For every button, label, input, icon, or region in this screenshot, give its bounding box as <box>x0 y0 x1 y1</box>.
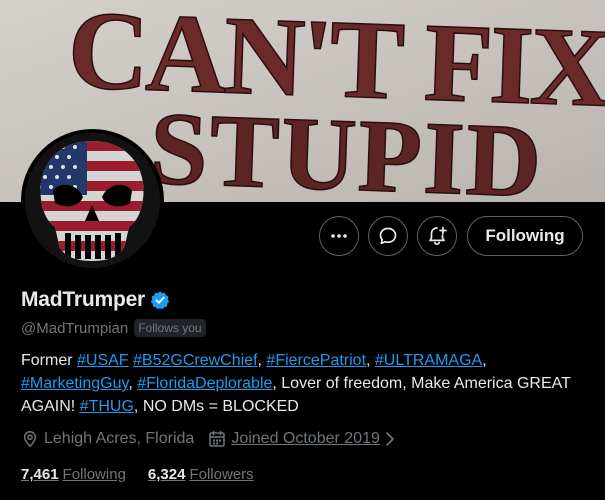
display-name: MadTrumper <box>21 288 146 311</box>
profile-bio: Former #USAF #B52GCrewChief, #FiercePatr… <box>21 349 581 418</box>
notifications-button[interactable] <box>417 216 457 256</box>
following-label: Following <box>62 466 126 483</box>
notification-bell-icon <box>429 226 447 246</box>
following-button[interactable]: Following <box>467 216 583 256</box>
follow-stats: 7,461 Following 6,324 Followers <box>21 466 254 483</box>
followers-count: 6,324 <box>147 466 186 483</box>
banner-sign-line2: STUPID <box>148 91 545 202</box>
hashtag-link[interactable]: #USAF <box>77 352 129 369</box>
profile-actions: Following <box>0 216 605 256</box>
name-row: MadTrumper <box>21 288 170 312</box>
following-count: 7,461 <box>21 466 59 483</box>
joined-date-text[interactable]: Joined October 2019 <box>231 430 380 448</box>
bio-text: , <box>366 352 375 369</box>
hashtag-link[interactable]: #THUG <box>80 398 134 415</box>
joined-date-item[interactable]: Joined October 2019 <box>208 430 401 448</box>
location-item: Lehigh Acres, Florida <box>21 430 194 448</box>
message-icon <box>379 227 397 245</box>
hashtag-link[interactable]: #ULTRAMAGA <box>375 352 482 369</box>
following-count-link[interactable]: 7,461 Following <box>21 466 126 483</box>
handle-row: @MadTrumpian Follows you <box>21 319 206 337</box>
hashtag-link[interactable]: #FloridaDeplorable <box>137 375 272 392</box>
bio-text: , <box>128 375 138 392</box>
follows-you-badge: Follows you <box>134 319 206 337</box>
user-handle: @MadTrumpian <box>21 319 129 337</box>
more-button[interactable] <box>319 216 359 256</box>
bio-text: , <box>482 352 487 369</box>
location-text: Lehigh Acres, Florida <box>44 430 195 447</box>
hashtag-link[interactable]: #FiercePatriot <box>266 352 366 369</box>
chevron-right-icon[interactable] <box>384 431 396 447</box>
hashtag-link[interactable]: #MarketingGuy <box>21 375 128 392</box>
message-button[interactable] <box>368 216 408 256</box>
followers-count-link[interactable]: 6,324 Followers <box>148 466 254 483</box>
bio-text: , NO DMs = BLOCKED <box>133 398 299 415</box>
calendar-icon <box>209 430 226 447</box>
location-pin-icon <box>23 431 37 448</box>
verified-badge-icon[interactable] <box>150 290 170 310</box>
followers-label: Followers <box>189 466 254 483</box>
more-icon <box>331 234 347 238</box>
bio-text: Former <box>21 352 77 369</box>
profile-meta: Lehigh Acres, Florida Joined October 201… <box>21 430 401 448</box>
hashtag-link[interactable]: #B52GCrewChief <box>133 352 258 369</box>
